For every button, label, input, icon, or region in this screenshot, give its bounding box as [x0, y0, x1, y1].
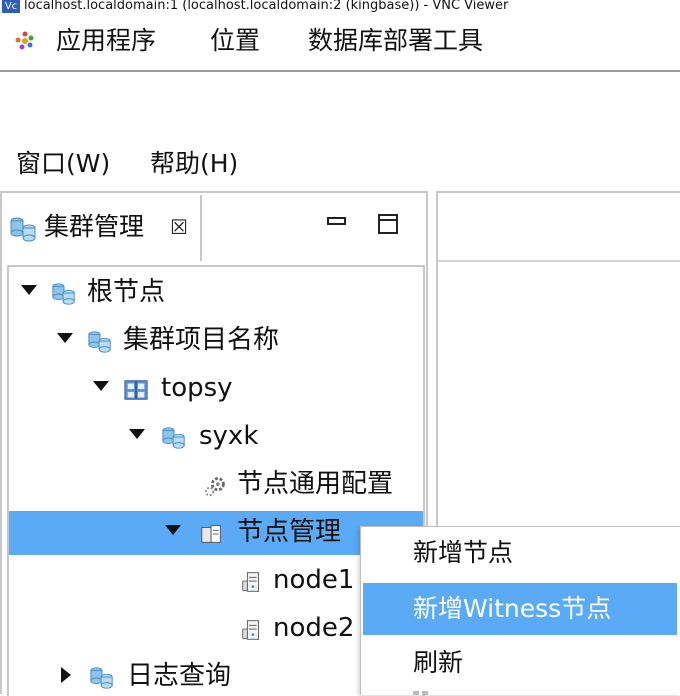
menu-item-add-node[interactable]: 新增节点 — [361, 527, 680, 579]
applications-label: 应用程序 — [56, 26, 157, 55]
tree-item-topsy-label: topsy — [161, 373, 233, 403]
cluster-db-icon — [162, 427, 185, 449]
tree-item-node-management-label: 节点管理 — [237, 517, 342, 547]
expand-arrow-icon[interactable] — [129, 429, 145, 439]
close-tab-icon[interactable]: ☒ — [170, 215, 188, 239]
tree-item-topsy[interactable]: topsy — [9, 367, 423, 411]
cluster-db-icon — [52, 283, 75, 305]
node-group-icon — [201, 525, 221, 543]
tree-item-log-query-label: 日志查询 — [127, 661, 232, 691]
tree-item-node-common-config[interactable]: 节点通用配置 — [9, 463, 423, 507]
minimize-icon[interactable] — [327, 213, 347, 233]
menu-item-add-witness-node-label: 新增Witness节点 — [413, 594, 612, 623]
gear-icon — [204, 477, 225, 497]
tab-cluster-management-label: 集群管理 — [44, 212, 145, 241]
maximize-icon[interactable] — [377, 213, 399, 235]
gnome-top-bar: 应用程序 位置 数据库部署工具 — [0, 14, 680, 72]
vnc-logo-icon: Vc — [2, 0, 20, 13]
places-menu[interactable]: 位置 — [210, 26, 260, 56]
context-menu: 新增节点 新增Witness节点 刷新 — [360, 526, 680, 695]
places-label: 位置 — [210, 26, 261, 55]
cluster-db-icon — [10, 217, 36, 242]
menu-window[interactable]: 窗口(W) — [16, 148, 110, 180]
expand-arrow-icon[interactable] — [21, 285, 37, 295]
window-title: localhost.localdomain:1 (localhost.local… — [24, 0, 509, 13]
app-menubar: 窗口(W) 帮助(H) — [0, 140, 680, 186]
expand-arrow-icon[interactable] — [165, 525, 181, 535]
expand-arrow-icon[interactable] — [57, 333, 73, 343]
expand-arrow-icon[interactable] — [93, 381, 109, 391]
vnc-title-bar: Vc localhost.localdomain:1 (localhost.loc… — [0, 0, 680, 14]
gnome-foot-icon — [15, 31, 34, 50]
db-deploy-tool-label: 数据库部署工具 — [308, 26, 484, 55]
menu-item-refresh-label: 刷新 — [413, 648, 464, 677]
applications-menu[interactable]: 应用程序 — [15, 26, 157, 56]
tree-item-root[interactable]: 根节点 — [9, 271, 423, 315]
menu-help[interactable]: 帮助(H) — [150, 148, 238, 180]
db-deploy-tool-menu[interactable]: 数据库部署工具 — [308, 26, 483, 56]
tree-item-syxk[interactable]: syxk — [9, 415, 423, 459]
truncated-menu-item-icon — [413, 691, 428, 695]
menu-item-add-witness-node[interactable]: 新增Witness节点 — [363, 583, 677, 635]
tree-item-cluster-project-label: 集群项目名称 — [123, 325, 280, 355]
cluster-grid-icon — [124, 380, 148, 400]
tree-item-root-label: 根节点 — [87, 277, 166, 307]
menu-item-refresh[interactable]: 刷新 — [361, 637, 680, 689]
tab-cluster-management[interactable]: 集群管理 ☒ — [4, 195, 202, 261]
editor-tab-divider — [438, 260, 680, 262]
tree-item-node-common-config-label: 节点通用配置 — [237, 469, 394, 499]
tree-item-node1-label: node1 — [273, 565, 355, 595]
cluster-db-icon — [88, 331, 111, 353]
cluster-db-icon — [90, 667, 113, 689]
server-node-icon — [242, 572, 259, 592]
server-node-icon — [242, 620, 259, 640]
tree-item-node2-label: node2 — [273, 613, 355, 643]
tree-item-cluster-project[interactable]: 集群项目名称 — [9, 319, 423, 363]
tree-item-syxk-label: syxk — [199, 421, 259, 451]
collapse-arrow-icon[interactable] — [61, 667, 71, 683]
menu-item-add-node-label: 新增节点 — [413, 538, 514, 567]
